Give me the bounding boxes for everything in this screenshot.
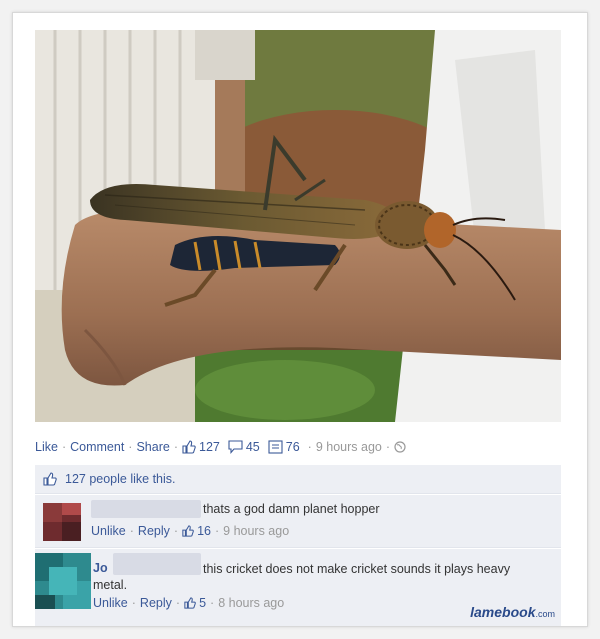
like-count[interactable]: 127 [199,440,220,454]
comment-like-count[interactable]: 5 [199,596,206,610]
share-icon [268,440,283,454]
reply-link[interactable]: Reply [140,596,172,610]
separator-dot: · [173,524,179,538]
unlike-link[interactable]: Unlike [91,524,126,538]
photo-illustration [35,30,561,422]
separator-dot: · [210,596,215,610]
post-photo-grasshopper-on-arm[interactable] [35,30,561,422]
separator-dot: · [128,440,133,454]
separator-dot: · [131,596,136,610]
comment-link[interactable]: Comment [70,440,124,454]
thumbs-up-icon [43,472,57,486]
comment-timestamp[interactable]: 8 hours ago [218,596,284,610]
avatar[interactable] [35,553,91,609]
watermark-main: lamebook [470,604,536,620]
separator-dot: · [173,440,178,454]
reply-link[interactable]: Reply [138,524,170,538]
thumbs-up-icon [184,597,196,609]
comment-timestamp[interactable]: 9 hours ago [223,524,289,538]
thumbs-up-icon [182,525,194,537]
share-link[interactable]: Share [136,440,169,454]
comment-item: thats a god damn planet hopper Unlike · … [35,495,561,548]
globe-icon [394,441,406,453]
author-name-blurred[interactable] [91,500,201,518]
unlike-link[interactable]: Unlike [93,596,128,610]
comment-text-continued: metal. [93,578,128,592]
separator-dot: · [61,440,67,454]
author-name-blurred[interactable] [113,553,201,575]
comment-meta: Unlike · Reply · 5 · 8 hours ago [93,596,284,610]
comment-text: thats a god damn planet hopper [203,502,380,516]
comment-meta: Unlike · Reply · 16 · 9 hours ago [91,524,289,538]
comment-count[interactable]: 45 [246,440,260,454]
post-action-bar: Like · Comment · Share · 127 45 76 · 9 h… [35,437,565,457]
comment-text: this cricket does not make cricket sound… [203,562,511,576]
separator-dot: · [175,596,181,610]
separator-dot: · [129,524,134,538]
likes-summary-text[interactable]: 127 people like this. [65,472,176,486]
avatar[interactable] [43,503,81,541]
comment-author[interactable]: Jo [93,561,108,575]
post-timestamp[interactable]: 9 hours ago [316,440,382,454]
like-link[interactable]: Like [35,440,58,454]
watermark-suffix: .com [535,609,555,619]
post-card: Like · Comment · Share · 127 45 76 · 9 h… [12,12,588,627]
comment-bubble-icon [228,440,243,454]
comment-item: Jo this cricket does not make cricket so… [35,549,561,626]
lamebook-watermark: lamebook.com [470,604,555,620]
likes-summary: 127 people like this. [35,465,561,494]
thumbs-up-icon [182,440,196,454]
separator-dot: · [307,440,312,454]
share-count[interactable]: 76 [286,440,300,454]
separator-dot: · [214,524,220,538]
comment-like-count[interactable]: 16 [197,524,211,538]
separator-dot: · [385,440,391,454]
